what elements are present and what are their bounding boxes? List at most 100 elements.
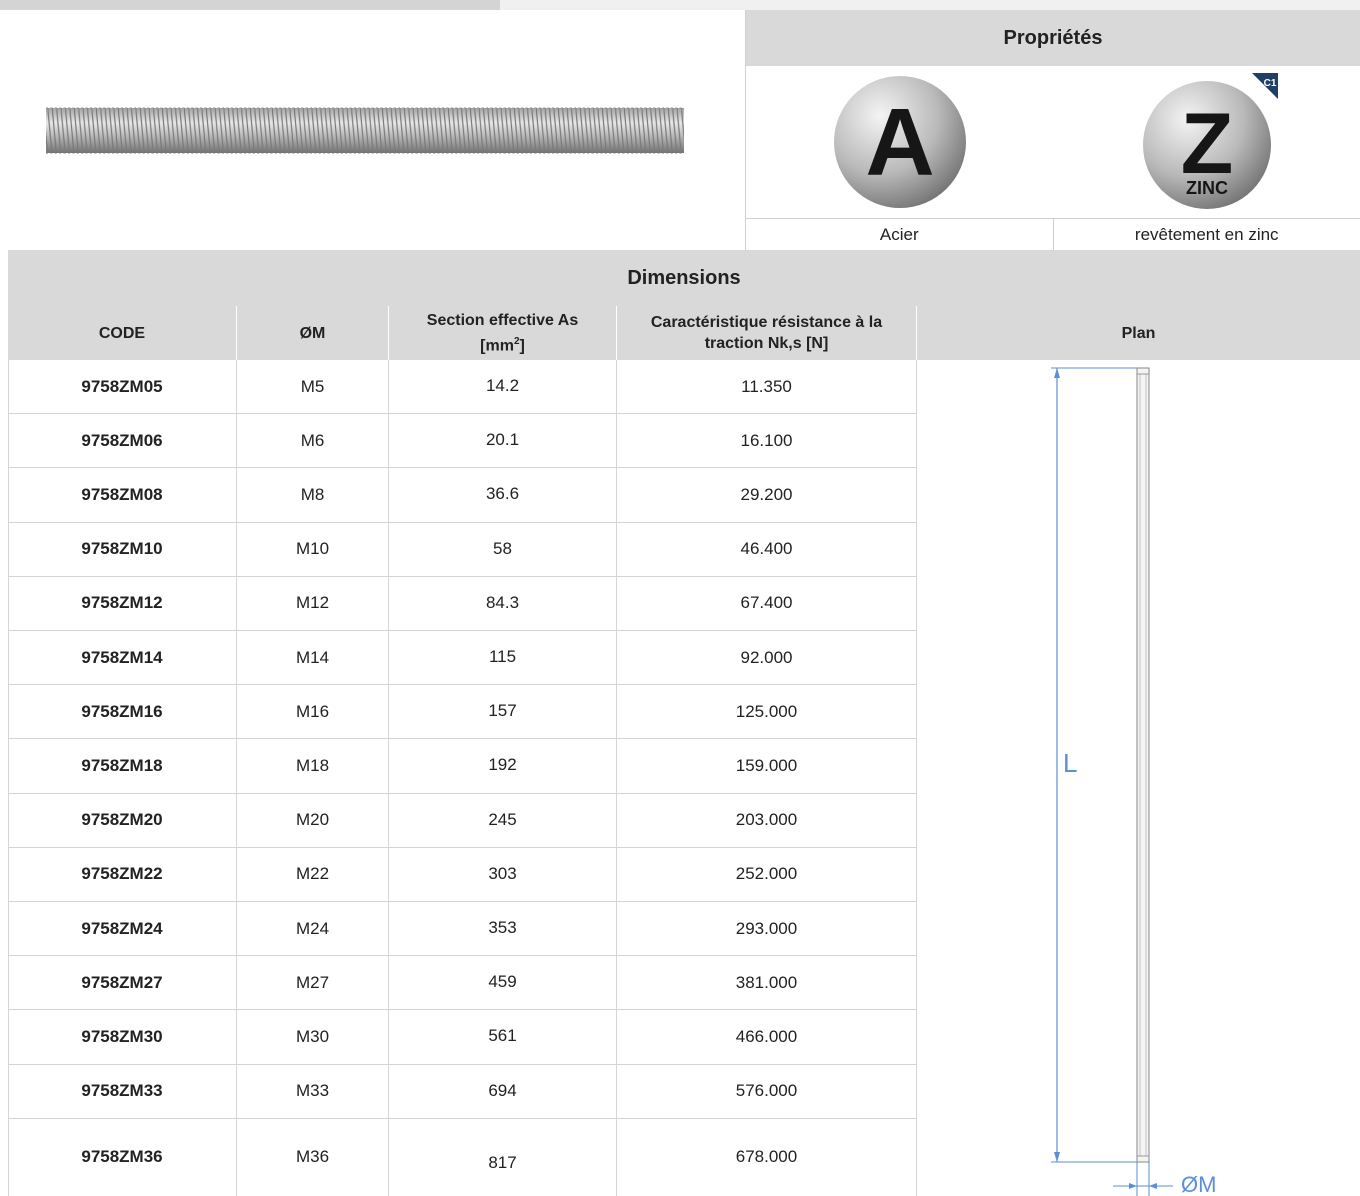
diameter-cell: M36 [236,1118,388,1196]
diameter-cell: M14 [236,631,388,685]
table-row: 9758ZM30 M30 561 466.000 [8,1010,916,1065]
properties-labels: Acier revêtement en zinc [746,218,1360,250]
properties-title: Propriétés [746,10,1360,66]
tensile-cell: 252.000 [616,847,916,901]
tensile-header-line1: Caractéristique résistance à la [650,314,883,331]
code-cell: 9758ZM14 [81,647,163,667]
section-cell: 157 [388,685,616,739]
code-cell: 9758ZM05 [81,376,163,396]
diameter-cell: M12 [236,576,388,630]
table-row: 9758ZM20 M20 245 203.000 [8,793,916,848]
section-cell: 303 [388,847,616,901]
tensile-cell: 381.000 [616,956,916,1010]
tensile-header-line2: traction Nk,s [N] [704,335,829,352]
table-row: 9758ZM36 M36 817 678.000 [8,1118,916,1196]
properties-icons: A Z ZINC C1 [746,66,1360,218]
section-cell: 36.6 [388,468,616,522]
svg-text:A: A [865,89,934,196]
property-label-steel: Acier [879,224,919,244]
code-cell: 9758ZM16 [81,701,163,721]
section-cell: 58 [388,522,616,576]
section-cell: 817 [388,1118,616,1196]
table-row: 9758ZM16 M16 157 125.000 [8,685,916,740]
diameter-cell: M27 [236,956,388,1010]
section-cell: 20.1 [388,414,616,468]
steel-icon: A [746,66,1053,218]
length-label: L [1063,748,1077,778]
table-row: 9758ZM14 M14 115 92.000 [8,631,916,686]
section-header-unit: [mm2] [480,335,525,355]
properties-panel: Propriétés A Z ZINC C1 Acier revêtement … [746,10,1360,250]
diameter-cell: M10 [236,522,388,576]
technical-drawing: L ØM [916,360,1360,1196]
code-cell: 9758ZM18 [81,755,163,775]
table-row: 9758ZM12 M12 84.3 67.400 [8,576,916,631]
section-header-main: Section effective As [426,311,579,329]
tensile-cell: 159.000 [616,739,916,793]
code-cell: 9758ZM24 [81,918,163,938]
table-row: 9758ZM05 M5 14.2 11.350 [8,360,916,415]
diameter-cell: M33 [236,1064,388,1118]
code-cell: 9758ZM22 [81,864,163,884]
code-cell: 9758ZM33 [81,1081,163,1101]
tensile-cell: 203.000 [616,793,916,847]
tensile-cell: 46.400 [616,522,916,576]
zinc-coating-icon: Z ZINC C1 [1053,66,1360,218]
diameter-cell: M24 [236,902,388,956]
threaded-rod-photo [8,10,746,250]
table-row: 9758ZM10 M10 58 46.400 [8,522,916,577]
code-cell: 9758ZM10 [81,539,163,559]
section-cell: 561 [388,1010,616,1064]
diameter-cell: M20 [236,793,388,847]
code-cell: 9758ZM30 [81,1026,163,1046]
section-cell: 459 [388,956,616,1010]
code-cell: 9758ZM20 [81,810,163,830]
diameter-cell: M5 [236,360,388,414]
tensile-cell: 92.000 [616,631,916,685]
column-header-code: CODE [8,306,236,360]
tensile-cell: 16.100 [616,414,916,468]
table-row: 9758ZM06 M6 20.1 16.100 [8,414,916,469]
product-header: Propriétés A Z ZINC C1 Acier revêtement … [8,10,1360,250]
svg-text:ZINC: ZINC [1186,178,1228,198]
diameter-label: ØM [1181,1172,1216,1196]
tensile-cell: 67.400 [616,576,916,630]
code-cell: 9758ZM06 [81,430,163,450]
section-cell: 14.2 [388,360,616,414]
code-cell: 9758ZM36 [81,1147,163,1167]
section-cell: 192 [388,739,616,793]
table-row: 9758ZM08 M8 36.6 29.200 [8,468,916,523]
code-cell: 9758ZM08 [81,484,163,504]
diameter-cell: M8 [236,468,388,522]
column-header-section: Section effective As [mm2] [388,306,616,360]
table-row: 9758ZM24 M24 353 293.000 [8,902,916,957]
tensile-cell: 125.000 [616,685,916,739]
diameter-cell: M6 [236,414,388,468]
property-label-zinc: revêtement en zinc [1052,219,1360,250]
dimensions-title: Dimensions [8,250,1360,306]
table-row: 9758ZM27 M27 459 381.000 [8,956,916,1011]
diameter-cell: M18 [236,739,388,793]
diameter-cell: M22 [236,847,388,901]
top-tab [0,0,500,10]
section-cell: 115 [388,631,616,685]
section-cell: 694 [388,1064,616,1118]
tensile-cell: 466.000 [616,1010,916,1064]
column-header-plan: Plan [916,306,1360,360]
tensile-cell: 29.200 [616,468,916,522]
diameter-cell: M30 [236,1010,388,1064]
tensile-cell: 11.350 [616,360,916,414]
top-strip [0,0,1360,10]
section-cell: 245 [388,793,616,847]
tensile-cell: 576.000 [616,1064,916,1118]
column-header-tensile: Caractéristique résistance à la traction… [616,306,916,360]
table-row: 9758ZM33 M33 694 576.000 [8,1064,916,1119]
table-row: 9758ZM18 M18 192 159.000 [8,739,916,794]
section-cell: 84.3 [388,576,616,630]
tensile-cell: 678.000 [616,1118,916,1196]
code-cell: 9758ZM27 [81,972,163,992]
code-cell: 9758ZM12 [81,593,163,613]
section-cell: 353 [388,902,616,956]
table-row: 9758ZM22 M22 303 252.000 [8,847,916,902]
diameter-cell: M16 [236,685,388,739]
